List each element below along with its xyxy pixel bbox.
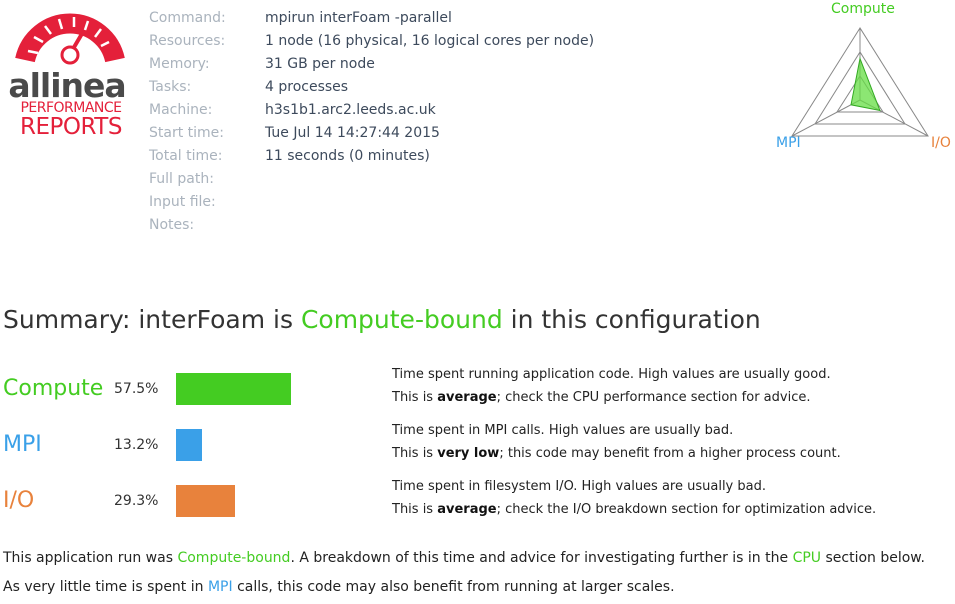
info-value-machine: h3s1b1.arc2.leeds.ac.uk (265, 102, 436, 118)
link-compute-bound[interactable]: Compute-bound (177, 550, 290, 566)
info-value-memory: 31 GB per node (265, 56, 375, 72)
info-value-total-time: 11 seconds (0 minutes) (265, 148, 430, 164)
info-label-command: Command: (149, 10, 226, 26)
metric-bar-io (176, 485, 235, 517)
summary-suffix: in this configuration (502, 305, 761, 334)
link-mpi[interactable]: MPI (208, 579, 233, 595)
radar-label-mpi: MPI (776, 135, 801, 151)
metric-percent-io: 29.3% (114, 493, 159, 509)
metric-name-io: I/O (3, 488, 35, 513)
metric-desc-compute-line1: Time spent running application code. Hig… (392, 367, 831, 382)
metric-desc-io-line1: Time spent in filesystem I/O. High value… (392, 479, 766, 494)
info-label-full-path: Full path: (149, 171, 214, 187)
info-label-resources: Resources: (149, 33, 226, 49)
summary-highlight: Compute-bound (300, 305, 503, 334)
metric-bar-compute (176, 373, 291, 405)
allinea-logo: allinea PERFORMANCE REPORTS (8, 6, 133, 142)
radar-label-compute: Compute (831, 1, 895, 17)
metric-percent-compute: 57.5% (114, 381, 159, 397)
metric-desc-io-line2: This is average; check the I/O breakdown… (392, 502, 877, 517)
summary-prefix: Summary: interFoam is (3, 305, 301, 334)
footer-line-2: As very little time is spent in MPI call… (3, 579, 675, 595)
info-label-tasks: Tasks: (149, 79, 192, 95)
summary-title: Summary: interFoam is Compute-bound in t… (3, 305, 761, 334)
metric-name-compute: Compute (3, 376, 104, 401)
footer-line-1: This application run was Compute-bound. … (3, 550, 925, 566)
link-cpu-section[interactable]: CPU (793, 550, 821, 566)
metric-name-mpi: MPI (3, 432, 42, 457)
info-label-start-time: Start time: (149, 125, 224, 141)
info-value-command: mpirun interFoam -parallel (265, 10, 452, 26)
radar-label-io: I/O (931, 135, 951, 151)
metric-percent-mpi: 13.2% (114, 437, 159, 453)
radar-axis-mpi (791, 99, 861, 137)
metric-bar-mpi (176, 429, 202, 461)
radar-data-polygon (850, 56, 881, 112)
info-label-notes: Notes: (149, 217, 195, 233)
info-value-resources: 1 node (16 physical, 16 logical cores pe… (265, 33, 595, 49)
info-label-total-time: Total time: (149, 148, 223, 164)
radar-chart: Compute MPI I/O (770, 0, 955, 160)
metric-desc-compute-line2: This is average; check the CPU performan… (392, 390, 811, 405)
metric-desc-mpi-line2: This is very low; this code may benefit … (392, 446, 841, 461)
info-label-machine: Machine: (149, 102, 213, 118)
info-label-memory: Memory: (149, 56, 210, 72)
speedometer-icon (15, 13, 125, 65)
info-value-tasks: 4 processes (265, 79, 349, 95)
info-value-start-time: Tue Jul 14 14:27:44 2015 (265, 125, 440, 141)
info-label-input-file: Input file: (149, 194, 216, 210)
logo-subtitle-reports: REPORTS (20, 114, 122, 140)
metric-desc-mpi-line1: Time spent in MPI calls. High values are… (392, 423, 734, 438)
